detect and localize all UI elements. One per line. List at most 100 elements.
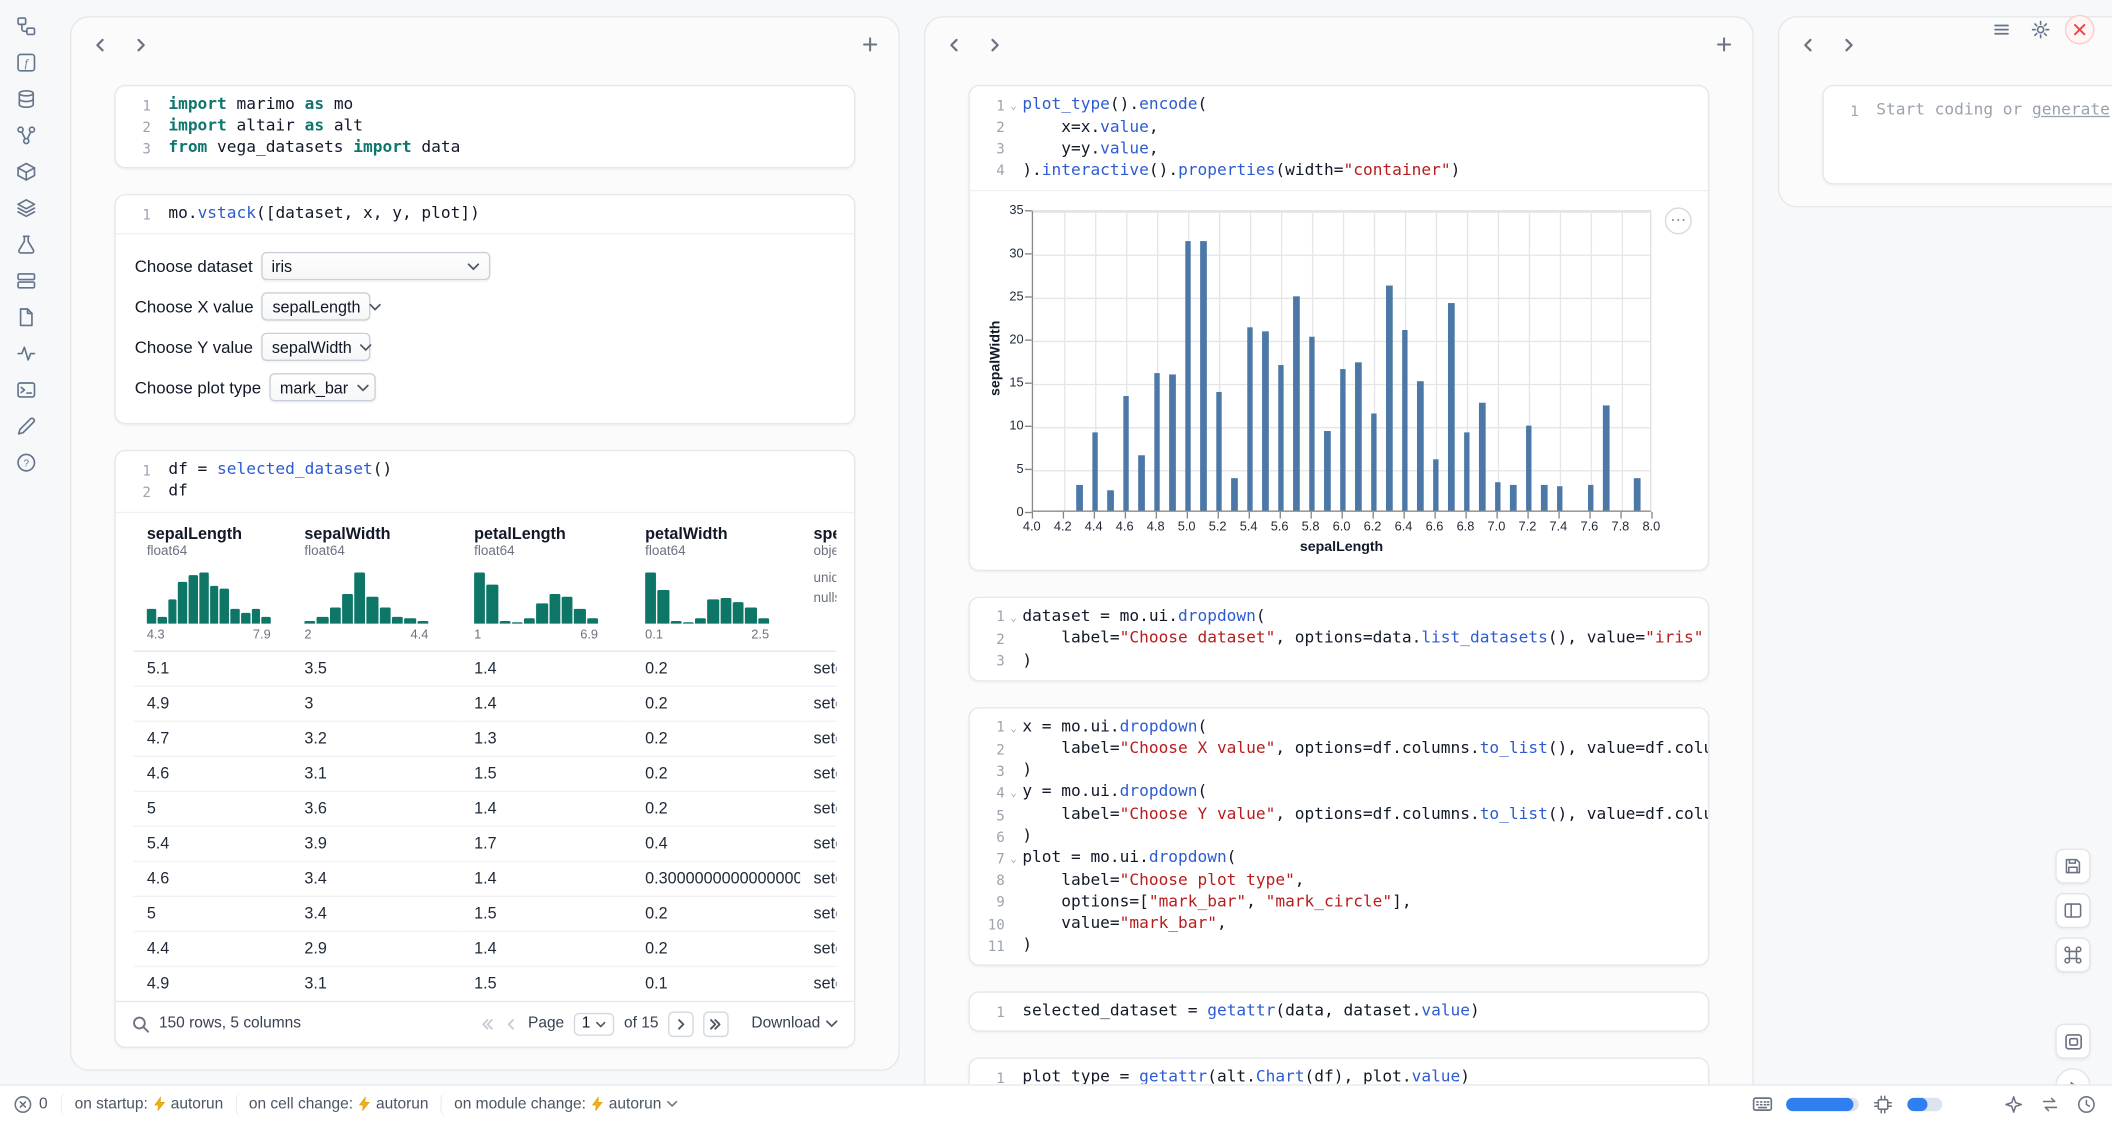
widgets-cell: 1⌄x = mo.ui.dropdown(2 label="Choose X v…: [968, 707, 1709, 966]
df-column-header[interactable]: speciesobjectunique:nulls:: [800, 513, 836, 651]
column-move-right-button[interactable]: [979, 30, 1009, 60]
fold-chevron-icon[interactable]: ⌄: [1005, 782, 1023, 804]
y-value-dropdown[interactable]: sepalWidth: [261, 333, 370, 361]
df-column-header[interactable]: sepalWidthfloat6424.4: [291, 513, 461, 651]
ai-code-editor[interactable]: 1 Start coding or generate with AI: [1824, 86, 2112, 183]
plot-type-dropdown[interactable]: mark_bar: [269, 374, 375, 402]
page-select[interactable]: 1: [574, 1012, 615, 1035]
experiments-panel-button[interactable]: [11, 229, 41, 259]
table-search-button[interactable]: [132, 1015, 150, 1033]
ai-sparkle-icon[interactable]: [2002, 1092, 2026, 1116]
chevrons-left-icon: [480, 1016, 495, 1031]
app-view-button[interactable]: [2055, 1024, 2090, 1059]
df-table-cell: setosa: [800, 931, 836, 966]
df-column-header[interactable]: sepalLengthfloat644.37.9: [133, 513, 291, 651]
code-editor[interactable]: 1mo.vstack([dataset, x, y, plot]): [116, 196, 854, 234]
chevron-left-icon: [504, 1016, 519, 1031]
variables-panel-button[interactable]: f: [11, 47, 41, 77]
code-line: 1mo.vstack([dataset, x, y, plot]): [116, 204, 854, 226]
df-table-row[interactable]: 4.73.21.30.2setosa: [133, 721, 836, 756]
dropdown-value: sepalLength: [272, 298, 360, 317]
last-page-button[interactable]: [703, 1011, 729, 1037]
generate-with-ai-link[interactable]: generate: [2032, 100, 2110, 119]
column-move-left-button[interactable]: [1793, 30, 1823, 60]
documentation-panel-button[interactable]: [11, 302, 41, 332]
column-move-left-button[interactable]: [939, 30, 969, 60]
add-cell-button[interactable]: [855, 30, 885, 60]
code-editor[interactable]: 1⌄x = mo.ui.dropdown(2 label="Choose X v…: [970, 708, 1708, 965]
column-move-right-button[interactable]: [125, 30, 155, 60]
vega-actions-button[interactable]: ⋯: [1665, 207, 1692, 234]
notebook-menu-button[interactable]: [1987, 15, 2017, 45]
autorun-cell-change-setting[interactable]: on cell change: autorun: [235, 1092, 440, 1116]
df-table-row[interactable]: 53.41.50.2setosa: [133, 896, 836, 931]
layout-grid-icon: [2064, 901, 2083, 920]
df-column-header[interactable]: petalWidthfloat640.12.5: [632, 513, 800, 651]
control-row: Choose Y value sepalWidth: [135, 333, 835, 361]
add-cell-button[interactable]: [1709, 30, 1739, 60]
df-table-row[interactable]: 5.43.91.70.4setosa: [133, 826, 836, 861]
df-table-row[interactable]: 4.63.41.40.30000000000000004setosa: [133, 861, 836, 896]
keyboard-shortcuts-button[interactable]: [2055, 937, 2090, 972]
logs-panel-button[interactable]: [11, 265, 41, 295]
df-column-header[interactable]: petalLengthfloat6416.9: [461, 513, 632, 651]
search-icon: [132, 1015, 150, 1033]
page-label: Page: [528, 1016, 564, 1032]
history-clock-icon[interactable]: [2074, 1092, 2098, 1116]
altair-chart: sepalLength sepalWidth 051015202530354.0…: [981, 199, 1708, 560]
chevron-down-icon: [360, 343, 372, 351]
df-table-row[interactable]: 4.63.11.50.2setosa: [133, 756, 836, 791]
code-editor[interactable]: 1plot_type = getattr(alt.Chart(df), plot…: [970, 1059, 1708, 1084]
scratchpad-panel-button[interactable]: [11, 411, 41, 441]
column-move-left-button[interactable]: [85, 30, 115, 60]
first-page-button[interactable]: [480, 1016, 495, 1031]
df-table-row[interactable]: 4.42.91.40.2setosa: [133, 931, 836, 966]
download-button[interactable]: Download: [751, 1016, 837, 1032]
dataset-dropdown[interactable]: iris: [261, 252, 490, 280]
code-editor[interactable]: 1df = selected_dataset()2df: [116, 452, 854, 512]
svg-text:f: f: [24, 57, 29, 69]
df-table-row[interactable]: 5.13.51.40.2setosa: [133, 651, 836, 686]
df-table-row[interactable]: 4.93.11.50.1setosa: [133, 966, 836, 1000]
keyboard-icon[interactable]: [1750, 1092, 1774, 1116]
autorun-startup-setting[interactable]: on startup: autorun: [61, 1092, 235, 1116]
save-button[interactable]: [2055, 849, 2090, 884]
packages-panel-button[interactable]: [11, 156, 41, 186]
snippets-panel-button[interactable]: [11, 193, 41, 223]
x-value-dropdown[interactable]: sepalLength: [262, 293, 371, 321]
fold-chevron-icon[interactable]: ⌄: [1005, 94, 1023, 116]
outline-panel-button[interactable]: [11, 11, 41, 41]
df-table-cell: 0.2: [632, 791, 800, 826]
code-line: 6): [970, 826, 1708, 848]
lightning-bolt-icon: [153, 1096, 165, 1111]
column-move-right-button[interactable]: [1833, 30, 1863, 60]
dependencies-panel-button[interactable]: [11, 120, 41, 150]
tracing-panel-button[interactable]: [11, 338, 41, 368]
layout-select-button[interactable]: [2055, 893, 2090, 928]
swap-icon[interactable]: [2038, 1092, 2062, 1116]
code-editor[interactable]: 1import marimo as mo2import altair as al…: [116, 86, 854, 167]
autorun-module-change-setting[interactable]: on module change: autorun: [441, 1092, 690, 1116]
help-icon: ?: [15, 452, 35, 472]
fold-gutter: [151, 460, 169, 482]
df-table-cell: 1.5: [461, 896, 632, 931]
datasources-panel-button[interactable]: [11, 84, 41, 114]
code-editor[interactable]: 1selected_dataset = getattr(data, datase…: [970, 993, 1708, 1031]
code-editor[interactable]: 1⌄plot_type().encode(2 x=x.value,3 y=y.v…: [970, 86, 1708, 190]
error-count-indicator[interactable]: 0: [13, 1094, 61, 1113]
settings-button[interactable]: [2026, 15, 2056, 45]
code-editor[interactable]: 1⌄dataset = mo.ui.dropdown(2 label="Choo…: [970, 598, 1708, 680]
dropdown-value: iris: [271, 257, 292, 276]
help-panel-button[interactable]: ?: [11, 447, 41, 477]
previous-page-button[interactable]: [504, 1016, 519, 1031]
terminal-panel-button[interactable]: [11, 374, 41, 404]
next-page-button[interactable]: [668, 1011, 694, 1037]
shutdown-button[interactable]: [2065, 15, 2095, 45]
fold-chevron-icon[interactable]: ⌄: [1005, 716, 1023, 738]
fold-chevron-icon[interactable]: ⌄: [1005, 848, 1023, 870]
setting-value: autorun: [609, 1096, 662, 1112]
df-table-row[interactable]: 53.61.40.2setosa: [133, 791, 836, 826]
fold-chevron-icon[interactable]: ⌄: [1005, 606, 1023, 628]
vstack-output: Choose dataset iris Choose X value sepal…: [116, 234, 854, 424]
df-table-row[interactable]: 4.931.40.2setosa: [133, 686, 836, 721]
